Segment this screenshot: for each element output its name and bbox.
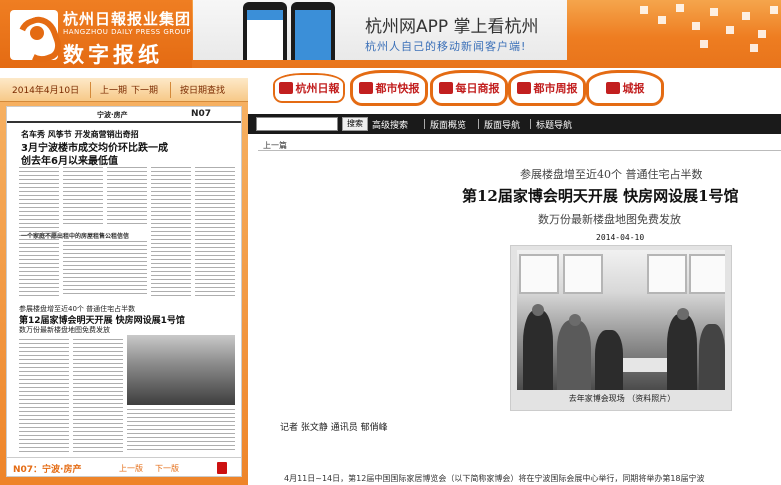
article-hotspot-headline-2[interactable]: 创去年6月以来最低值 (21, 152, 118, 167)
dushi-zhoubao-logo-icon (516, 82, 531, 94)
expo-crowd-photo (517, 250, 725, 390)
page-number: N07 (191, 109, 212, 119)
newspaper-page-image[interactable]: 宁波·房产 N07 名车秀 风筝节 开发商营销出奇招 3月宁波楼市成交均价环比跌… (6, 106, 242, 477)
hangzhou-daily-logo-icon (278, 82, 293, 94)
text-column (63, 167, 103, 227)
issue-date: 2014年4月10日 (12, 86, 80, 96)
banner-subtitle: 杭州人自己的移动新闻客户端! (365, 40, 527, 53)
find-by-date-link[interactable]: 按日期查找 (180, 83, 225, 96)
page-section-label: 宁波·房产 (97, 111, 128, 119)
advanced-search-link[interactable]: 高级搜索 (372, 118, 408, 131)
dushi-kuaibao-logo-icon (358, 82, 373, 94)
page-footer: N07：宁波·房产 上一版 下一版 (7, 457, 241, 476)
prev-issue-link[interactable]: 上一期 (100, 83, 127, 96)
tab-dushi-kuaibao[interactable]: 都市快报 (350, 70, 428, 106)
search-button[interactable]: 搜索 (342, 117, 368, 131)
article-hotspot-sub[interactable]: 数万份最新楼盘地图免费发放 (19, 325, 110, 335)
text-column (107, 167, 147, 227)
text-column (127, 409, 235, 453)
divider (258, 150, 781, 151)
pdf-icon[interactable] (217, 462, 227, 474)
logo-chinese-name: 杭州日報报业集团 (63, 10, 192, 28)
app-promo-banner[interactable]: 杭州网APP 掌上看杭州 杭州人自己的移动新闻客户端! (193, 0, 567, 60)
article-date: 2014-04-10 (596, 233, 645, 242)
page-preview-panel: 宁波·房产 N07 名车秀 风筝节 开发商营销出奇招 3月宁波楼市成交均价环比跌… (0, 102, 248, 485)
page-photo-thumbnail (127, 335, 235, 405)
article-hotspot-small[interactable]: 一个家庭不愿出租中的房屋租售公租信信 (21, 231, 129, 240)
meiri-shangbao-logo-icon (438, 82, 453, 94)
phone-icon (291, 2, 335, 60)
press-group-logo-icon (10, 10, 58, 60)
logo-digital-paper: 数字报纸 (63, 43, 163, 67)
banner-title: 杭州网APP 掌上看杭州 (365, 17, 539, 37)
layout-nav-link[interactable]: 版面导航 (484, 118, 520, 131)
tab-hangzhou-daily[interactable]: 杭州日報 (270, 70, 348, 106)
logo-english-name: HANGZHOU DAILY PRESS GROUP (63, 28, 191, 36)
current-page-label: N07：宁波·房产 (13, 465, 82, 475)
article-body: 4月11日~14日，第12届中国国际家居博览会（以下简称家博会）将在宁波国际会展… (284, 474, 705, 483)
tab-meiri-shangbao[interactable]: 每日商报 (430, 70, 508, 106)
article-pretitle: 参展楼盘增至近40个 普通住宅占半数 (520, 168, 703, 181)
article-subtitle: 数万份最新楼盘地图免费发放 (538, 213, 681, 226)
text-column (63, 241, 147, 297)
title-nav-link[interactable]: 标题导航 (536, 118, 572, 131)
decorative-squares (600, 0, 781, 62)
newspaper-tabs: 杭州日報 都市快报 每日商报 都市周报 城报 (250, 64, 781, 112)
text-column (19, 339, 69, 453)
tab-metro[interactable]: 城报 (586, 70, 664, 106)
issue-toolbar: 2014年4月10日 上一期 下一期 按日期查找 (0, 78, 248, 102)
nav-bar: 搜索 高级搜索 版面概览 版面导航 标题导航 (248, 114, 781, 134)
text-column (195, 167, 235, 297)
article-byline: 记者 张文静 通讯员 郁俏峰 (280, 423, 388, 433)
prev-page-link[interactable]: 上一版 (119, 463, 143, 474)
next-issue-link[interactable]: 下一期 (131, 83, 158, 96)
search-input[interactable] (256, 117, 338, 131)
text-column (151, 167, 191, 297)
tab-dushi-zhoubao[interactable]: 都市周报 (508, 70, 586, 106)
article-photo-frame: 去年家博会现场 （资料照片） (510, 245, 732, 411)
site-logo[interactable]: 杭州日報报业集团 HANGZHOU DAILY PRESS GROUP 数字报纸 (0, 0, 192, 68)
page-header: 宁波·房产 N07 (7, 109, 241, 123)
text-column (73, 339, 123, 453)
phone-icon (243, 2, 287, 60)
photo-caption: 去年家博会现场 （资料照片） (568, 394, 676, 403)
site-header: 杭州日報报业集团 HANGZHOU DAILY PRESS GROUP 数字报纸… (0, 0, 781, 68)
article-title: 第12届家博会明天开展 快房网设展1号馆 (462, 187, 739, 205)
next-page-link[interactable]: 下一版 (155, 463, 179, 474)
layout-overview-link[interactable]: 版面概览 (430, 118, 466, 131)
metro-logo-icon (605, 82, 620, 94)
